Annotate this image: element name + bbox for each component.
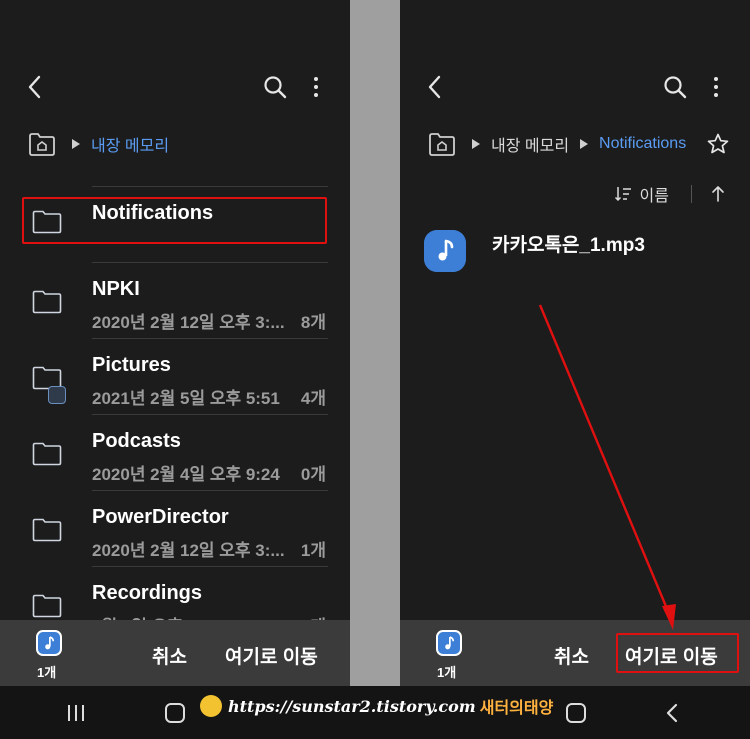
folder-name: Pictures — [92, 354, 171, 376]
more-options-icon[interactable] — [708, 74, 724, 100]
music-note-icon — [424, 230, 466, 272]
top-app-bar — [400, 68, 750, 108]
divider — [92, 566, 328, 567]
divider — [92, 490, 328, 491]
bottom-action-bar: 1개 취소 여기로 이동 — [400, 620, 750, 686]
folder-icon — [32, 210, 62, 234]
top-app-bar — [0, 68, 350, 108]
folder-item-count: 1개 — [300, 541, 326, 560]
recent-apps-icon[interactable] — [66, 704, 86, 722]
move-here-button[interactable]: 여기로 이동 — [625, 642, 718, 669]
cancel-button[interactable]: 취소 — [152, 642, 187, 669]
divider — [92, 338, 328, 339]
watermark-url: https://sunstar2.tistory.com — [228, 696, 476, 716]
folder-name: Recordings — [92, 582, 203, 604]
folder-item-count: 4개 — [300, 389, 326, 408]
folder-date: 2020년 2월 12일 오후 3:... — [92, 313, 285, 332]
folder-icon — [32, 442, 62, 466]
folder-name: NPKI — [92, 278, 140, 300]
home-folder-icon[interactable] — [28, 131, 56, 157]
breadcrumb-separator-icon — [472, 139, 480, 149]
folder-icon — [32, 518, 62, 542]
smiley-icon — [200, 695, 222, 717]
breadcrumb-separator-icon — [580, 139, 589, 149]
selected-count: 1개 — [437, 665, 457, 680]
cancel-button[interactable]: 취소 — [554, 642, 589, 669]
left-screen: 내장 메모리 Notifications NPKI 2020년 2월 12일 오… — [0, 0, 350, 739]
breadcrumb-internal-storage[interactable]: 내장 메모리 — [91, 132, 169, 156]
folder-name: Podcasts — [92, 430, 181, 452]
sort-by-name[interactable]: 이름 — [640, 182, 669, 206]
home-folder-icon[interactable] — [428, 131, 456, 157]
folder-icon — [32, 594, 62, 618]
right-screen: 내장 메모리 Notifications 이름 카카오톡은_1.mp3 1개 취… — [400, 0, 750, 739]
search-icon[interactable] — [262, 74, 288, 100]
list-item-npki[interactable]: NPKI 2020년 2월 12일 오후 3:... 8개 — [0, 262, 350, 338]
selected-count: 1개 — [37, 665, 57, 680]
sort-bar: 이름 — [614, 182, 726, 206]
folder-date: 2020년 2월 12일 오후 3:... — [92, 541, 285, 560]
folder-name: Notifications — [92, 202, 214, 224]
selected-file-icon — [36, 630, 62, 656]
breadcrumb-separator-icon — [72, 139, 80, 149]
divider — [92, 414, 328, 415]
breadcrumb-notifications[interactable]: Notifications — [599, 135, 686, 153]
breadcrumb: 내장 메모리 Notifications — [428, 130, 730, 158]
list-item-pictures[interactable]: Pictures 2021년 2월 5일 오후 5:51 4개 — [0, 338, 350, 414]
divider — [691, 185, 692, 203]
image-badge-icon — [48, 386, 66, 404]
folder-item-count: 8개 — [300, 313, 326, 332]
search-icon[interactable] — [662, 74, 688, 100]
folder-name: PowerDirector — [92, 506, 229, 528]
list-item-powerdirector[interactable]: PowerDirector 2020년 2월 12일 오후 3:... 1개 — [0, 490, 350, 566]
list-item-notifications[interactable]: Notifications — [0, 186, 350, 262]
back-arrow-icon[interactable] — [24, 74, 48, 100]
watermark: https://sunstar2.tistory.com 새터의태양 — [200, 694, 553, 718]
breadcrumb: 내장 메모리 — [28, 130, 330, 158]
file-name: 카카오톡은_1.mp3 — [492, 235, 645, 256]
list-item-podcasts[interactable]: Podcasts 2020년 2월 4일 오후 9:24 0개 — [0, 414, 350, 490]
home-button-icon[interactable] — [165, 703, 185, 723]
bottom-action-bar: 1개 취소 여기로 이동 — [0, 620, 350, 686]
back-arrow-icon[interactable] — [424, 74, 448, 100]
move-here-button[interactable]: 여기로 이동 — [225, 642, 318, 669]
breadcrumb-internal-storage[interactable]: 내장 메모리 — [491, 132, 569, 156]
selected-file-icon — [436, 630, 462, 656]
folder-list: Notifications NPKI 2020년 2월 12일 오후 3:...… — [0, 186, 350, 642]
system-navigation-bar: https://sunstar2.tistory.com 새터의태양 — [0, 686, 750, 739]
home-button-icon[interactable] — [566, 703, 586, 723]
more-options-icon[interactable] — [308, 74, 324, 100]
star-favorite-icon[interactable] — [706, 132, 730, 156]
divider — [92, 186, 328, 187]
divider — [92, 262, 328, 263]
folder-date: 2021년 2월 5일 오후 5:51 — [92, 389, 280, 408]
sort-icon[interactable] — [614, 185, 632, 203]
sort-direction-up-icon[interactable] — [710, 185, 726, 203]
folder-item-count: 0개 — [300, 465, 326, 484]
folder-date: 2020년 2월 4일 오후 9:24 — [92, 465, 280, 484]
screen-divider — [350, 0, 400, 739]
nav-back-icon[interactable] — [664, 703, 680, 723]
list-item-file[interactable]: 카카오톡은_1.mp3 — [424, 228, 730, 278]
folder-icon — [32, 290, 62, 314]
watermark-name: 새터의태양 — [479, 700, 554, 717]
